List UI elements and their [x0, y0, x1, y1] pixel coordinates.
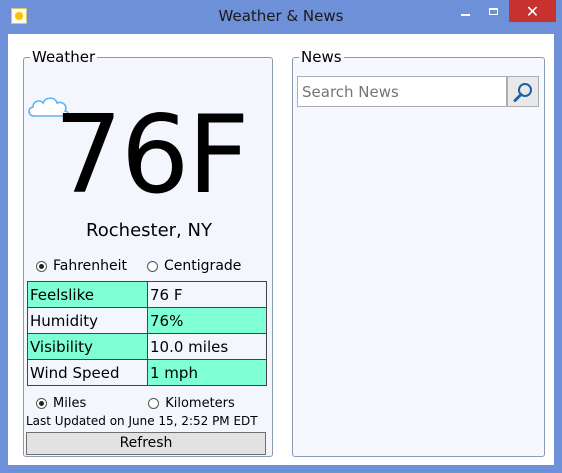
- wind-speed-label: Wind Speed: [27, 359, 148, 386]
- centigrade-radio[interactable]: [147, 260, 159, 272]
- fahrenheit-radio[interactable]: [36, 260, 47, 272]
- miles-radio[interactable]: [36, 397, 47, 409]
- feelslike-value: 76 F: [147, 281, 267, 308]
- client-area: Weather 76F Rochester, NY Fahrenheit Cen…: [8, 34, 554, 465]
- maximize-button[interactable]: [479, 0, 507, 22]
- table-row: Feelslike 76 F: [27, 281, 267, 308]
- refresh-button[interactable]: Refresh: [26, 432, 266, 455]
- visibility-label: Visibility: [27, 333, 148, 360]
- close-button[interactable]: ✕: [509, 0, 556, 22]
- weather-group: Weather 76F Rochester, NY Fahrenheit Cen…: [23, 48, 273, 457]
- kilometers-radio[interactable]: [148, 397, 160, 409]
- miles-label[interactable]: Miles: [53, 396, 86, 411]
- news-search: [297, 76, 539, 107]
- humidity-label: Humidity: [27, 307, 148, 334]
- news-group: News: [292, 48, 545, 457]
- maximize-icon: [488, 7, 498, 15]
- weather-legend: Weather: [32, 48, 96, 66]
- table-row: Visibility 10.0 miles: [27, 333, 267, 360]
- last-updated-text: Last Updated on June 15, 2:52 PM EDT: [26, 414, 258, 428]
- humidity-value: 76%: [147, 307, 267, 334]
- weather-stats-table: Feelslike 76 F Humidity 76% Visibility 1…: [27, 281, 267, 386]
- distance-unit-group: Miles Kilometers: [36, 393, 235, 413]
- minimize-button[interactable]: [451, 0, 479, 22]
- location-label: Rochester, NY: [86, 220, 212, 241]
- news-legend: News: [301, 48, 342, 66]
- temperature-display: 76F: [54, 93, 250, 218]
- table-row: Wind Speed 1 mph: [27, 359, 267, 386]
- title-bar[interactable]: Weather & News ✕: [0, 0, 562, 33]
- centigrade-label[interactable]: Centigrade: [164, 258, 241, 274]
- close-icon: ✕: [525, 1, 540, 21]
- minimize-icon: [460, 14, 470, 16]
- table-row: Humidity 76%: [27, 307, 267, 334]
- fahrenheit-label[interactable]: Fahrenheit: [53, 258, 127, 274]
- kilometers-label[interactable]: Kilometers: [165, 396, 235, 411]
- search-input[interactable]: [297, 76, 507, 107]
- search-button[interactable]: [507, 76, 539, 107]
- search-icon: [513, 82, 532, 102]
- temperature-unit-group: Fahrenheit Centigrade: [36, 256, 241, 276]
- app-window: Weather & News ✕ Weather 76F Rochester, …: [0, 0, 562, 473]
- wind-speed-value: 1 mph: [147, 359, 267, 386]
- visibility-value: 10.0 miles: [147, 333, 267, 360]
- feelslike-label: Feelslike: [27, 281, 148, 308]
